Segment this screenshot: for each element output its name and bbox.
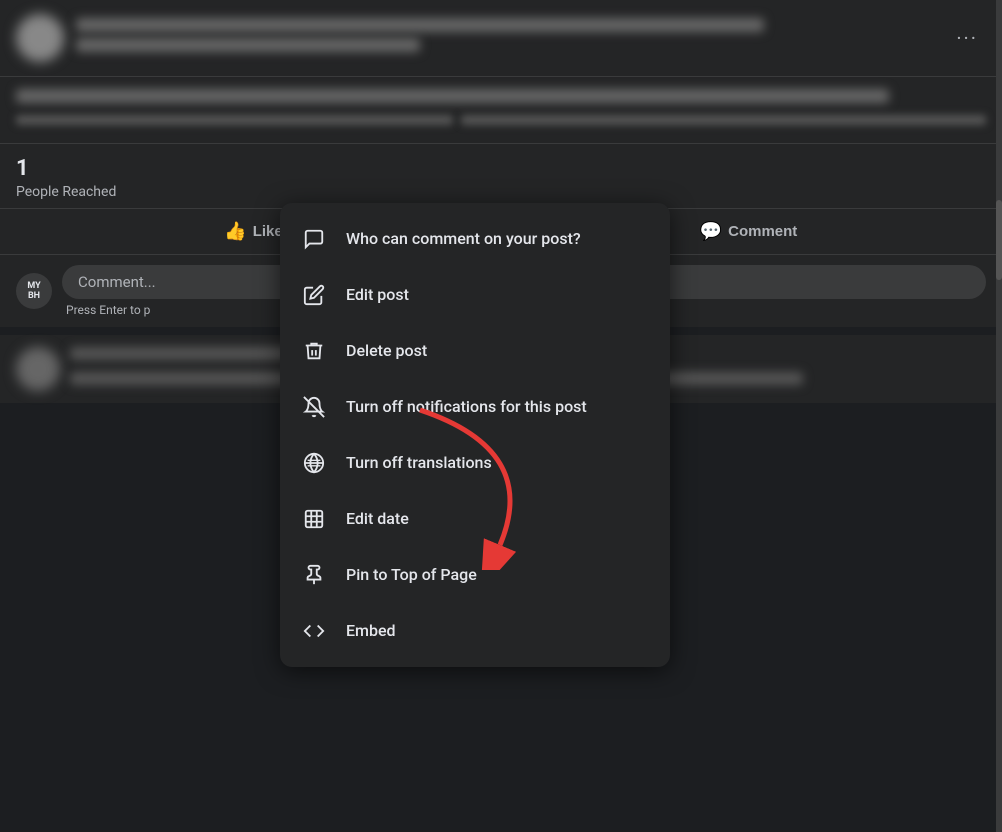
menu-icon-delete-post [296,333,332,369]
comment-label: Comment [728,223,797,240]
people-reached: 1 People Reached [16,156,116,200]
avatar-initials: MY BH [27,281,40,303]
menu-item-delete-post[interactable]: Delete post [280,323,670,379]
scrollbar[interactable] [996,0,1002,832]
reach-label: People Reached [16,184,116,200]
scrollbar-thumb[interactable] [996,200,1002,280]
menu-item-who-can-comment[interactable]: Who can comment on your post? [280,211,670,267]
blurred-body-3 [461,115,986,125]
blurred-name [76,18,764,32]
commenter-avatar: MY BH [16,273,52,309]
dropdown-menu: Who can comment on your post? Edit post De… [280,203,670,667]
comment-icon: 💬 [700,221,722,242]
post-header: ··· [0,0,1002,77]
menu-label-delete-post: Delete post [346,341,427,362]
menu-icon-edit-post [296,277,332,313]
post-below-avatar [16,347,60,391]
menu-label-embed: Embed [346,621,396,642]
menu-label-who-can-comment: Who can comment on your post? [346,229,581,250]
avatar [16,14,64,62]
more-options-button[interactable]: ··· [948,22,986,54]
menu-label-pin-to-top: Pin to Top of Page [346,565,477,586]
menu-item-turn-off-notifications[interactable]: Turn off notifications for this post [280,379,670,435]
menu-icon-who-can-comment [296,221,332,257]
post-header-text [76,18,936,58]
menu-icon-embed [296,613,332,649]
blurred-body-1 [16,89,889,103]
reach-number: 1 [16,156,116,182]
menu-item-turn-off-translations[interactable]: Turn off translations [280,435,670,491]
blurred-subtitle [76,38,420,52]
menu-item-embed[interactable]: Embed [280,603,670,659]
menu-icon-edit-date [296,501,332,537]
menu-icon-pin-to-top [296,557,332,593]
menu-item-edit-date[interactable]: Edit date [280,491,670,547]
like-icon: 👍 [224,221,246,242]
menu-label-edit-date: Edit date [346,509,409,530]
post-body [0,77,1002,144]
menu-label-turn-off-translations: Turn off translations [346,453,492,474]
like-label: Like [253,223,283,240]
menu-label-turn-off-notifications: Turn off notifications for this post [346,397,587,418]
menu-item-edit-post[interactable]: Edit post [280,267,670,323]
menu-item-pin-to-top[interactable]: Pin to Top of Page [280,547,670,603]
menu-icon-turn-off-translations [296,445,332,481]
blurred-body-2 [16,115,453,125]
menu-icon-turn-off-notifications [296,389,332,425]
menu-label-edit-post: Edit post [346,285,409,306]
stats-row: 1 People Reached [0,144,1002,208]
